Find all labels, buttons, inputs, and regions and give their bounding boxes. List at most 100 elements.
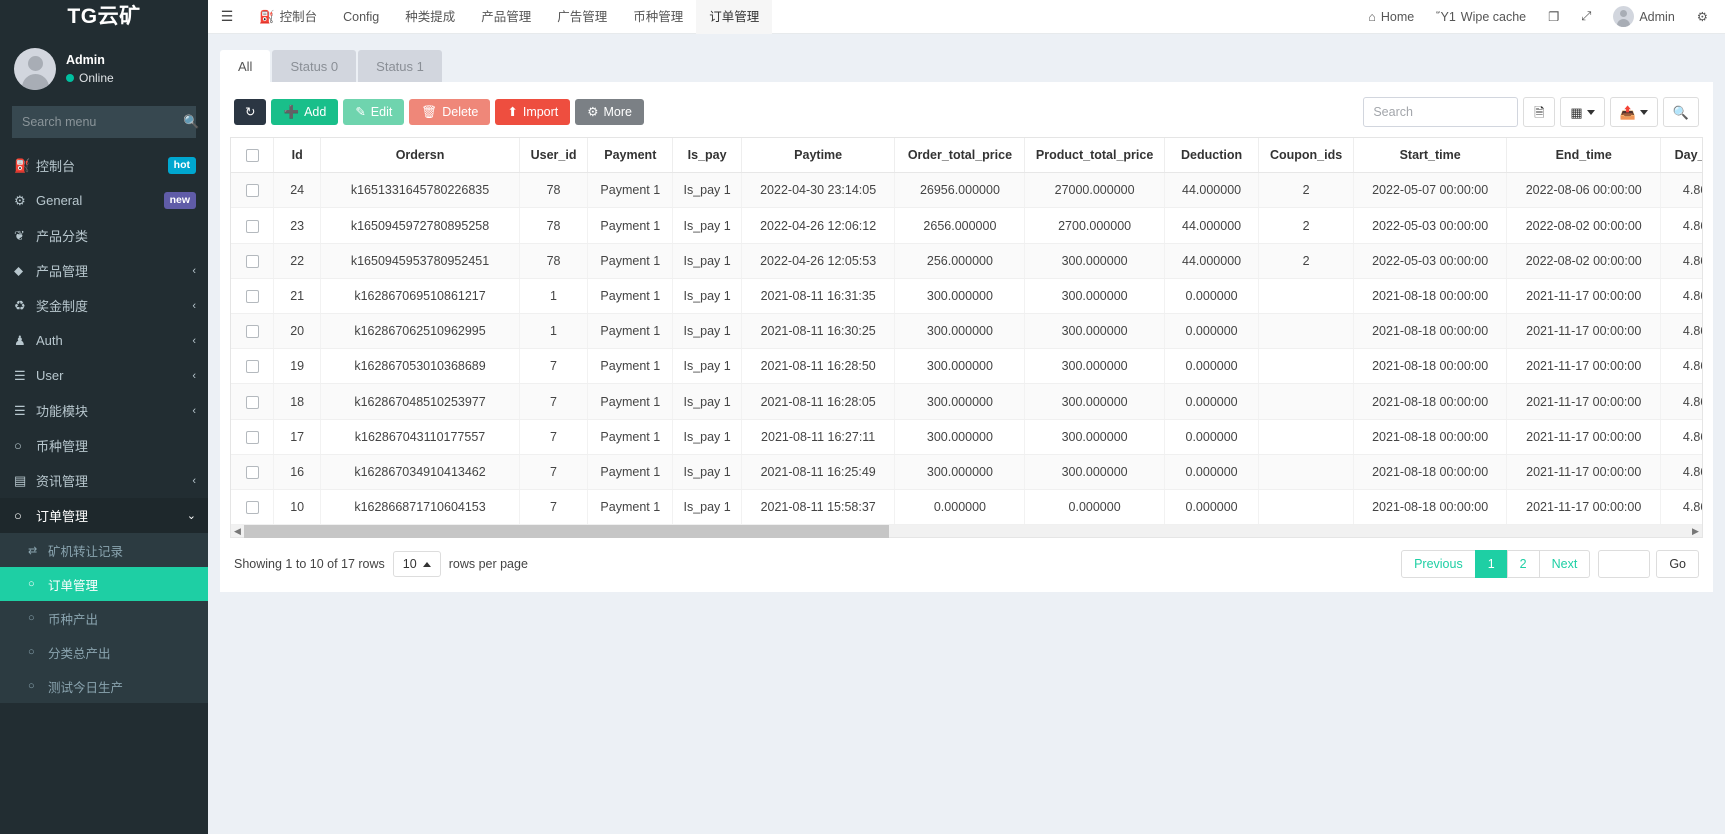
scroll-thumb[interactable] <box>244 525 889 538</box>
horizontal-scrollbar[interactable]: ◀ ▶ <box>230 525 1703 538</box>
sidebar-link-6[interactable]: ☰User‹ <box>0 358 208 393</box>
table-row[interactable]: 17k1628670431101775577Payment 1Is_pay 12… <box>231 419 1703 454</box>
column-header-paytime[interactable]: Paytime <box>741 138 895 173</box>
table-row[interactable]: 18k1628670485102539777Payment 1Is_pay 12… <box>231 384 1703 419</box>
topnav-action-copy-icon[interactable]: ❐ <box>1537 0 1570 34</box>
topnav-action-gears-icon[interactable]: ⚙ <box>1686 0 1719 34</box>
column-header-start_time[interactable]: Start_time <box>1353 138 1507 173</box>
sidebar-link-8[interactable]: ○币种管理 <box>0 428 208 463</box>
scroll-left-icon[interactable]: ◀ <box>231 527 244 536</box>
column-header-deduction[interactable]: Deduction <box>1164 138 1259 173</box>
topnav-item-6[interactable]: 订单管理 <box>696 0 772 34</box>
table-row[interactable]: 23k165094597278089525878Payment 1Is_pay … <box>231 208 1703 243</box>
column-header-product_total_price[interactable]: Product_total_price <box>1025 138 1164 173</box>
tab-all[interactable]: All <box>220 50 270 82</box>
sidebar-link-9[interactable]: ▤资讯管理‹ <box>0 463 208 498</box>
column-header-end_time[interactable]: End_time <box>1507 138 1661 173</box>
rows-per-page-label: rows per page <box>449 557 528 571</box>
row-checkbox[interactable] <box>246 220 259 233</box>
tab-status-1[interactable]: Status 1 <box>358 50 442 82</box>
table-row[interactable]: 19k1628670530103686897Payment 1Is_pay 12… <box>231 349 1703 384</box>
table-header-row: IdOrdersnUser_idPaymentIs_payPaytimeOrde… <box>231 138 1703 173</box>
pagination-page-1[interactable]: 1 <box>1475 550 1508 578</box>
sidebar-link-1[interactable]: ⚙Generalnew <box>0 183 208 218</box>
sidebar-sublink-3[interactable]: ○分类总产出 <box>0 635 208 669</box>
sidebar-link-7[interactable]: ☰功能模块‹ <box>0 393 208 428</box>
column-header-user_id[interactable]: User_id <box>519 138 588 173</box>
column-header-payment[interactable]: Payment <box>588 138 673 173</box>
sidebar-sublink-2[interactable]: ○币种产出 <box>0 601 208 635</box>
table-row[interactable]: 20k1628670625109629951Payment 1Is_pay 12… <box>231 314 1703 349</box>
scroll-right-icon[interactable]: ▶ <box>1689 527 1702 536</box>
refresh-button[interactable]: ↻ <box>234 99 266 126</box>
search-menu-input[interactable] <box>22 115 183 129</box>
pagination-next[interactable]: Next <box>1539 550 1591 578</box>
add-button[interactable]: ➕ Add <box>271 99 338 126</box>
topnav-action-label: Wipe cache <box>1461 10 1526 24</box>
topnav-item-4[interactable]: 广告管理 <box>544 0 620 34</box>
row-checkbox[interactable] <box>246 396 259 409</box>
more-button-label: More <box>604 106 632 119</box>
column-header-coupon_ids[interactable]: Coupon_ids <box>1259 138 1354 173</box>
column-header-day_output[interactable]: Day_output <box>1661 138 1703 173</box>
row-checkbox[interactable] <box>246 255 259 268</box>
delete-button[interactable]: 🗑 Delete <box>409 99 490 126</box>
table-row[interactable]: 22k165094595378095245178Payment 1Is_pay … <box>231 243 1703 278</box>
table-row[interactable]: 16k1628670349104134627Payment 1Is_pay 12… <box>231 454 1703 489</box>
tab-status-0[interactable]: Status 0 <box>272 50 356 82</box>
sidebar-search[interactable]: 🔍 <box>12 106 196 138</box>
brand-logo[interactable]: TG云矿 <box>0 0 208 34</box>
sidebar-link-5[interactable]: ♟Auth‹ <box>0 323 208 358</box>
topnav-action-expand-icon[interactable]: ⤢ <box>1570 0 1602 34</box>
detail-view-button[interactable]: 🗎 <box>1523 97 1555 127</box>
table-row[interactable]: 24k165133164578022683578Payment 1Is_pay … <box>231 173 1703 208</box>
sidebar-link-3[interactable]: ⬥产品管理‹ <box>0 253 208 288</box>
import-button[interactable]: ⬆ Import <box>495 99 570 126</box>
row-checkbox[interactable] <box>246 466 259 479</box>
topnav-item-0[interactable]: ⛽控制台 <box>246 0 330 34</box>
sidebar-link-4[interactable]: ♻奖金制度‹ <box>0 288 208 323</box>
sidebar-sublink-4[interactable]: ○测试今日生产 <box>0 669 208 703</box>
go-to-page-input[interactable] <box>1598 550 1650 578</box>
column-header-order_total_price[interactable]: Order_total_price <box>895 138 1025 173</box>
sidebar-item-label: 资讯管理 <box>36 471 186 490</box>
columns-dropdown-button[interactable]: ▦ <box>1560 97 1604 127</box>
export-dropdown-button[interactable]: 📤 <box>1610 97 1658 127</box>
sidebar-link-0[interactable]: ⛽控制台hot <box>0 148 208 183</box>
search-icon[interactable]: 🔍 <box>183 114 199 130</box>
topnav-item-3[interactable]: 产品管理 <box>468 0 544 34</box>
go-button[interactable]: Go <box>1656 550 1699 578</box>
search-input[interactable] <box>1363 97 1518 127</box>
select-all-checkbox[interactable] <box>246 149 259 162</box>
topnav-item-5[interactable]: 币种管理 <box>620 0 696 34</box>
topnav-item-1[interactable]: Config <box>330 0 392 34</box>
sidebar-toggle-icon[interactable]: ☰ <box>208 0 246 34</box>
topnav-action-home[interactable]: ⌂Home <box>1357 0 1425 34</box>
row-checkbox[interactable] <box>246 501 259 514</box>
column-header-is_pay[interactable]: Is_pay <box>673 138 742 173</box>
sidebar-item-label: User <box>36 368 186 383</box>
row-checkbox[interactable] <box>246 290 259 303</box>
column-header-id[interactable]: Id <box>274 138 321 173</box>
row-checkbox[interactable] <box>246 360 259 373</box>
rows-per-page-select[interactable]: 10 <box>393 551 441 577</box>
row-checkbox[interactable] <box>246 184 259 197</box>
more-button[interactable]: ⚙ More <box>575 99 644 126</box>
edit-button[interactable]: ✎ Edit <box>343 99 404 126</box>
table-row[interactable]: 10k1628668717106041537Payment 1Is_pay 12… <box>231 490 1703 525</box>
advanced-search-button[interactable]: 🔍 <box>1663 97 1699 127</box>
row-checkbox[interactable] <box>246 431 259 444</box>
topnav-action-admin[interactable]: Admin <box>1602 0 1685 34</box>
sidebar-sublink-1[interactable]: ○订单管理 <box>0 567 208 601</box>
table-row[interactable]: 21k1628670695108612171Payment 1Is_pay 12… <box>231 278 1703 313</box>
sidebar-link-10[interactable]: ○订单管理⌄ <box>0 498 208 533</box>
sidebar-sublink-0[interactable]: ⇄矿机转让记录 <box>0 533 208 567</box>
topnav-action-wipe-cache[interactable]: Ὕ1Wipe cache <box>1425 0 1537 34</box>
sidebar-link-2[interactable]: ❦产品分类 <box>0 218 208 253</box>
scroll-track[interactable] <box>244 525 1689 538</box>
topnav-item-2[interactable]: 种类提成 <box>392 0 468 34</box>
column-header-ordersn[interactable]: Ordersn <box>321 138 519 173</box>
pagination-page-2[interactable]: 2 <box>1507 550 1540 578</box>
row-checkbox[interactable] <box>246 325 259 338</box>
pagination-previous[interactable]: Previous <box>1401 550 1476 578</box>
